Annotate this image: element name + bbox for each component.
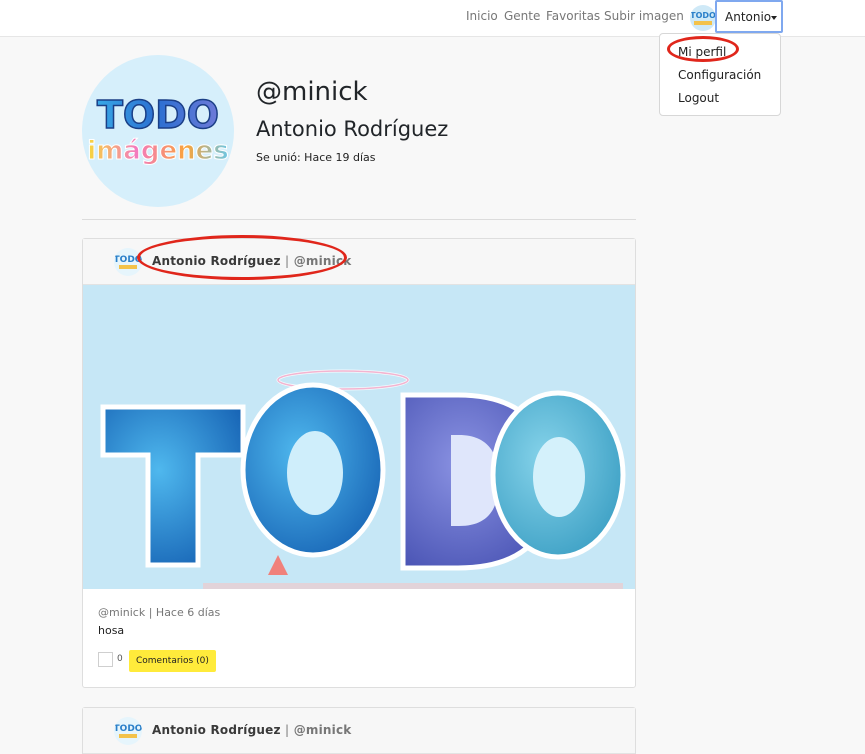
profile-nick: @minick [256,77,368,107]
post-author-name: Antonio Rodríguez [152,723,281,737]
profile-avatar: TODO imágenes [82,55,234,207]
post-author-avatar[interactable]: TODO [114,717,142,745]
annotation-circle [667,36,739,62]
logo-icon: TODO [114,255,142,269]
user-menu-label: Antonio [725,10,772,24]
post-image-artwork [100,369,626,589]
navbar: Inicio Gente Favoritas Subir imagen TODO… [0,0,865,37]
profile-name: Antonio Rodríguez [256,117,449,141]
svg-text:TODO: TODO [114,724,142,734]
nav-link-favoritas[interactable]: Favoritas [546,9,600,23]
post-card: TODO Antonio Rodríguez | @minick [82,707,636,754]
post-author[interactable]: Antonio Rodríguez | @minick [152,723,351,737]
post-description: hosa [98,624,125,637]
dropdown-item-logout[interactable]: Logout [678,91,719,105]
post-meta: @minick | Hace 6 días [98,606,221,619]
svg-text:TODO: TODO [690,11,716,20]
user-menu-toggle[interactable]: Antonio [715,0,783,33]
logo-icon: TODO [114,724,142,738]
post-card: TODO Antonio Rodríguez | @minick [82,238,636,688]
post-image[interactable] [83,285,635,589]
separator: | [285,723,290,737]
dropdown-item-configuracion[interactable]: Configuración [678,68,761,82]
nav-link-inicio[interactable]: Inicio [466,9,498,23]
nav-link-subir-imagen[interactable]: Subir imagen [604,9,684,23]
post-author-nick: @minick [293,723,352,737]
like-count: 0 [117,654,123,664]
divider [82,219,636,220]
like-checkbox[interactable] [98,652,113,667]
user-avatar[interactable]: TODO [690,5,716,31]
post-author-avatar[interactable]: TODO [114,248,142,276]
todo-imagenes-logo: TODO imágenes [87,92,229,166]
post-body: @minick | Hace 6 días hosa 0 Comentarios… [83,589,635,687]
profile-joined: Se unió: Hace 19 días [256,151,376,164]
comments-button[interactable]: Comentarios (0) [129,650,216,672]
post-header: TODO Antonio Rodríguez | @minick [83,708,635,754]
nav-link-gente[interactable]: Gente [504,9,540,23]
caret-down-icon [771,16,777,20]
logo-icon: TODO [690,11,716,25]
svg-text:TODO: TODO [97,93,219,137]
svg-text:imágenes: imágenes [87,136,228,166]
annotation-circle [137,235,347,280]
